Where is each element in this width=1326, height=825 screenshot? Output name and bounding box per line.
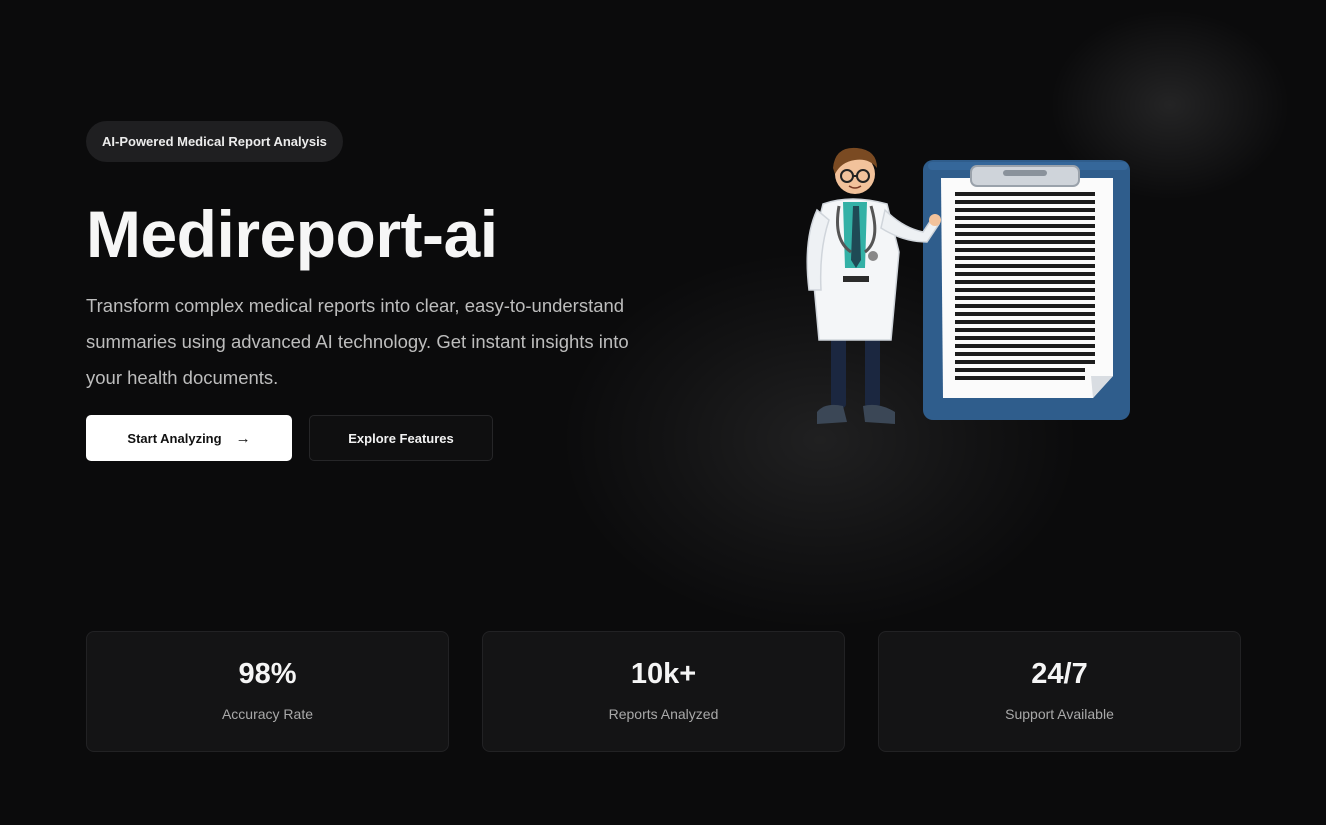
stat-card-reports: 10k+ Reports Analyzed	[482, 631, 845, 752]
stat-value: 24/7	[1031, 658, 1088, 690]
hero-badge: AI-Powered Medical Report Analysis	[86, 121, 343, 162]
stat-card-accuracy: 98% Accuracy Rate	[86, 631, 449, 752]
explore-features-label: Explore Features	[348, 430, 454, 446]
explore-features-button[interactable]: Explore Features	[309, 415, 493, 461]
stat-label: Support Available	[1005, 706, 1114, 722]
start-analyzing-button[interactable]: Start Analyzing →	[86, 415, 292, 461]
stat-card-support: 24/7 Support Available	[878, 631, 1241, 752]
stat-label: Accuracy Rate	[221, 706, 314, 722]
arrow-right-icon: →	[235, 429, 251, 447]
stat-value: 98%	[238, 658, 297, 690]
page-title: Medireport-ai	[86, 197, 498, 271]
hero-description: Transform complex medical reports into c…	[86, 295, 629, 388]
stat-value: 10k+	[630, 658, 697, 690]
stat-label: Reports Analyzed	[608, 706, 719, 722]
start-analyzing-label: Start Analyzing	[127, 430, 222, 446]
doctor-with-clipboard-illustration	[806, 147, 1130, 424]
